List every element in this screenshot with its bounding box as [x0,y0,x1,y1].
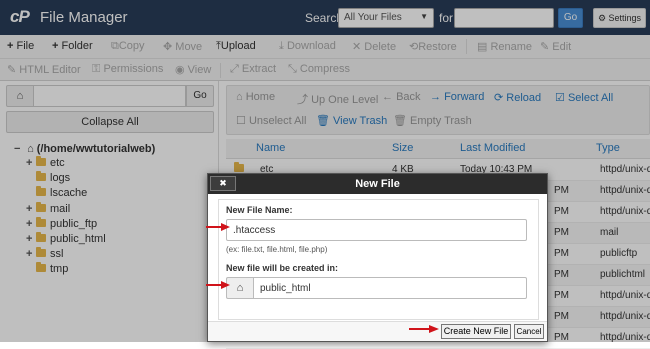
cancel-button[interactable]: Cancel [514,324,544,339]
annotation-arrow-icon [409,325,439,333]
dialog-title: New File [355,178,400,190]
home-icon: ⌂ [226,277,253,299]
dialog-footer: Create New File Cancel [208,321,547,341]
file-name-hint: (ex: file.txt, file.html, file.php) [226,245,328,254]
location-input[interactable]: public_html [253,277,527,299]
new-file-dialog: ✖ New File New File Name: .htaccess (ex:… [207,173,548,342]
new-file-name-label: New File Name: [226,205,293,215]
location-label: New file will be created in: [226,263,339,273]
create-new-file-button[interactable]: Create New File [441,324,511,339]
new-file-name-input[interactable]: .htaccess [226,219,527,241]
dialog-body: New File Name: .htaccess (ex: file.txt, … [218,199,539,320]
annotation-arrow-icon [206,281,230,289]
annotation-arrow-icon [206,223,230,231]
dialog-titlebar: ✖ New File [208,174,547,194]
